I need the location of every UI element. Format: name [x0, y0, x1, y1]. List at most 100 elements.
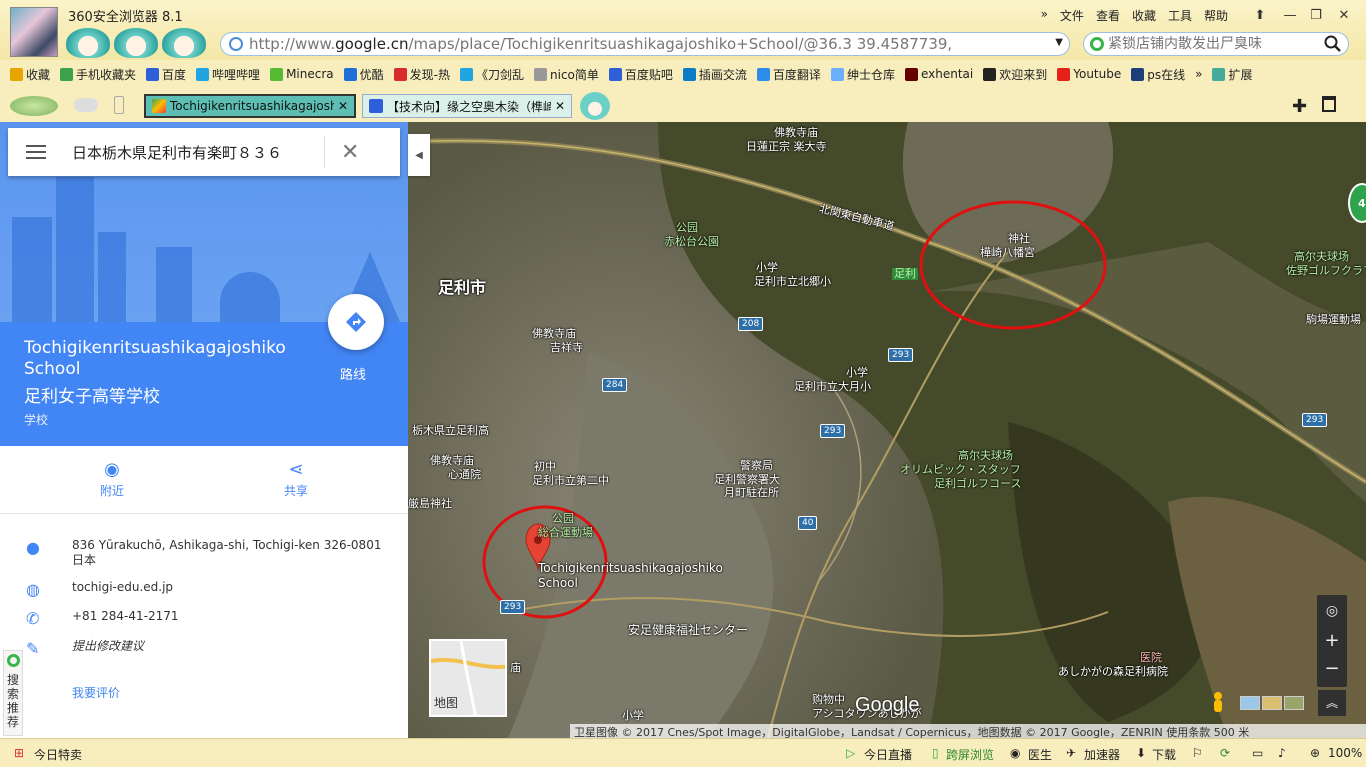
turtle-icon[interactable] — [10, 96, 58, 116]
bookmark-item[interactable]: 百度贴吧 — [608, 66, 673, 83]
directions-label[interactable]: 路线 — [340, 364, 366, 383]
bookmark-item[interactable]: 百度翻译 — [756, 66, 821, 83]
zoom-in-button[interactable]: + — [1317, 627, 1347, 655]
menu-help[interactable]: 帮助 — [1204, 7, 1228, 24]
close-window-button[interactable]: ✕ — [1334, 6, 1354, 24]
play-icon[interactable]: ▷ — [846, 746, 855, 760]
thumbnail[interactable] — [1284, 696, 1304, 710]
maximize-button[interactable]: ❐ — [1306, 6, 1326, 24]
bookmark-item[interactable]: 发现-热 — [393, 66, 450, 83]
map-label[interactable]: Tochigikenritsuashikagajoshiko — [538, 562, 723, 574]
zoom-out-button[interactable]: − — [1317, 655, 1347, 683]
gift-icon[interactable]: ⊞ — [14, 746, 24, 760]
bookmark-item[interactable]: exhentai — [904, 67, 973, 81]
search-icon[interactable] — [1324, 35, 1342, 53]
doctor-icon[interactable]: ◉ — [1010, 746, 1020, 760]
map-label: 日蓮正宗 楽大寺 — [746, 140, 827, 153]
globe-icon: ◍ — [26, 580, 40, 599]
write-review-link[interactable]: 我要评价 — [72, 684, 120, 701]
tab-google-maps[interactable]: Tochigikenritsuashikagajoshi ✕ — [144, 94, 356, 118]
download-link[interactable]: 下载 — [1152, 746, 1176, 763]
maps-search-input[interactable]: 日本栃木県足利市有楽町８３６ — [72, 142, 312, 163]
menu-more[interactable]: » — [1041, 7, 1048, 24]
phone-icon[interactable] — [114, 96, 124, 114]
street-view-pegman-icon[interactable] — [1205, 690, 1231, 716]
menu-file[interactable]: 文件 — [1060, 7, 1084, 24]
trash-icon[interactable] — [1322, 96, 1336, 112]
bookmark-item[interactable]: 绅士仓库 — [830, 66, 895, 83]
map-label: 公园 — [552, 512, 574, 525]
live-link[interactable]: 今日直播 — [864, 746, 912, 763]
expand-chevron-icon[interactable]: ︽ — [1318, 690, 1346, 716]
menu-icon[interactable] — [26, 145, 46, 159]
accelerator-link[interactable]: 加速器 — [1084, 746, 1120, 763]
bookmark-item[interactable]: 插画交流 — [682, 66, 747, 83]
tab-close-icon[interactable]: ✕ — [338, 99, 348, 113]
extensions-button[interactable]: 扩展 — [1212, 66, 1252, 83]
search-box[interactable] — [1083, 32, 1349, 56]
bookmark-item[interactable]: 手机收藏夹 — [60, 66, 136, 83]
search-engine-icon[interactable] — [1090, 37, 1104, 51]
cross-screen-icon[interactable]: ▯ — [932, 746, 939, 760]
map-label[interactable]: School — [538, 577, 578, 589]
bookmark-item[interactable]: Youtube — [1057, 67, 1121, 81]
bookmarks-more-button[interactable]: » — [1195, 67, 1202, 81]
bookmark-item[interactable]: 哔哩哔哩 — [196, 66, 260, 83]
imagery-thumbnails[interactable] — [1236, 690, 1316, 716]
bookmark-item[interactable]: 《刀剑乱 — [459, 66, 524, 83]
tab-baidu[interactable]: 【技术向】缘之空奥木染（榫崎 ✕ — [362, 94, 572, 118]
map-label: 小学 — [846, 366, 868, 379]
phone-row[interactable]: ✆ +81 284-41-2171 — [0, 609, 408, 639]
my-location-icon[interactable]: ◎ — [1317, 597, 1347, 625]
download-icon[interactable]: ⬇ — [1136, 746, 1146, 760]
bookmark-item[interactable]: 优酷 — [343, 66, 384, 83]
cross-screen-link[interactable]: 跨屏浏览 — [946, 746, 994, 763]
minimize-button[interactable]: — — [1280, 6, 1300, 24]
bookmark-item[interactable]: 百度 — [146, 66, 186, 83]
deals-link[interactable]: 今日特卖 — [34, 746, 82, 763]
address-row[interactable]: ● 836 Yūrakuchō, Ashikaga-shi, Tochigi-k… — [0, 538, 408, 568]
accelerator-icon[interactable]: ✈ — [1066, 746, 1076, 760]
thumbnail[interactable] — [1262, 696, 1282, 710]
place-native-name: 足利女子高等学校 — [24, 387, 160, 407]
bookmark-item[interactable]: 欢迎来到 — [983, 66, 1047, 83]
cloud-icon[interactable] — [74, 98, 98, 112]
thumbnail[interactable] — [1240, 696, 1260, 710]
side-search-recommend[interactable]: 搜索推荐 — [3, 650, 23, 736]
map-type-label[interactable]: 地图 — [434, 694, 458, 711]
clear-search-icon[interactable]: ✕ — [341, 140, 359, 165]
menu-favorites[interactable]: 收藏 — [1132, 7, 1156, 24]
window-icon[interactable]: ▭ — [1252, 746, 1263, 760]
maps-search-box[interactable]: 日本栃木県足利市有楽町８３６ ✕ — [8, 128, 400, 176]
app-avatar-icon[interactable] — [10, 7, 58, 57]
tab-close-icon[interactable]: ✕ — [555, 99, 565, 113]
address-bar[interactable]: http://www.google.cn/maps/place/Tochigik… — [220, 32, 1070, 56]
website-row[interactable]: ◍ tochigi-edu.ed.jp — [0, 580, 408, 610]
directions-button[interactable] — [328, 294, 384, 350]
bookmark-item[interactable]: Minecra — [270, 67, 334, 81]
url-text[interactable]: http://www.google.cn/maps/place/Tochigik… — [249, 35, 1009, 53]
map-label: 足利市 — [438, 278, 487, 297]
collapse-panel-button[interactable]: ◀ — [408, 134, 430, 176]
bookmark-item[interactable]: nico简单 — [534, 66, 599, 83]
zoom-level[interactable]: 100% — [1328, 746, 1362, 760]
skin-icon[interactable]: ⬆ — [1250, 6, 1270, 24]
dropdown-arrow-icon[interactable]: ▼ — [1055, 37, 1063, 48]
bookmark-item[interactable]: 收藏 — [10, 66, 50, 83]
mascot-icon — [114, 28, 158, 58]
new-tab-icon[interactable]: ✚ — [1292, 96, 1307, 117]
share-button[interactable]: ⋖ 共享 — [256, 458, 336, 499]
search-input[interactable] — [1108, 36, 1318, 52]
suggest-edit-row[interactable]: ✎ 提出修改建议 — [0, 639, 408, 669]
bookmark-item[interactable]: ps在线 — [1131, 66, 1185, 83]
zoom-icon[interactable]: ⊕ — [1310, 746, 1320, 760]
satellite-map[interactable]: 足利市 佛教寺庙 日蓮正宗 楽大寺 公园 赤松台公園 神社 樺崎八幡宮 高尔夫球… — [408, 122, 1366, 738]
maps-favicon-icon — [152, 99, 166, 113]
menu-view[interactable]: 查看 — [1096, 7, 1120, 24]
doctor-link[interactable]: 医生 — [1028, 746, 1052, 763]
volume-icon[interactable]: ♪ — [1278, 746, 1286, 760]
flag-icon[interactable]: ⚐ — [1192, 746, 1203, 760]
refresh-icon[interactable]: ⟳ — [1220, 746, 1230, 760]
nearby-button[interactable]: ◉ 附近 — [72, 458, 152, 499]
menu-tools[interactable]: 工具 — [1168, 7, 1192, 24]
